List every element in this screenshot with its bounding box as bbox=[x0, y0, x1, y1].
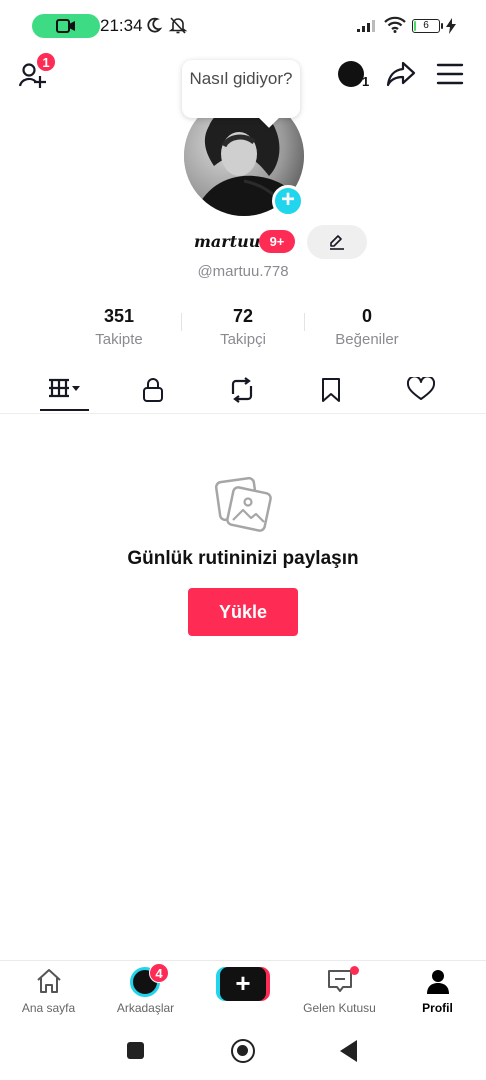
stat-divider bbox=[181, 313, 182, 331]
back-button[interactable] bbox=[340, 1040, 357, 1062]
status-bubble[interactable]: Nasıl gidiyor? bbox=[182, 60, 300, 118]
empty-state-title: Günlük rutininizi paylaşın bbox=[127, 548, 359, 569]
clock: 21:34 bbox=[100, 16, 143, 35]
repost-icon bbox=[231, 377, 253, 403]
username: @martuu.778 bbox=[197, 263, 289, 280]
tab-videos[interactable] bbox=[34, 368, 94, 414]
nav-inbox[interactable]: Gelen Kutusu bbox=[291, 961, 388, 1023]
nav-label: Gelen Kutusu bbox=[303, 1001, 376, 1015]
signal-icon bbox=[357, 20, 375, 32]
videos-grid-icon bbox=[49, 378, 80, 398]
display-name: martuu bbox=[194, 232, 261, 251]
stat-label: Takipçi bbox=[220, 331, 266, 348]
profile-icon bbox=[426, 970, 449, 994]
plus-icon: + bbox=[220, 967, 266, 1001]
menu-icon[interactable] bbox=[436, 62, 464, 86]
status-bar: 21:34 6 bbox=[0, 0, 486, 52]
nav-label: Profil bbox=[422, 1001, 453, 1015]
stat-divider bbox=[304, 313, 305, 331]
add-friend-button[interactable]: 1 bbox=[18, 52, 56, 90]
level-badge[interactable]: 9+ bbox=[259, 230, 295, 253]
plus-icon: + bbox=[280, 186, 295, 213]
account-switch-icon bbox=[338, 61, 364, 87]
account-switch-button[interactable]: 1 bbox=[336, 59, 370, 89]
nav-label: Arkadaşlar bbox=[116, 1001, 175, 1015]
bell-off-icon bbox=[168, 17, 188, 34]
home-icon bbox=[36, 969, 61, 993]
account-count: 1 bbox=[362, 74, 370, 89]
profile-tabs bbox=[0, 368, 486, 414]
pencil-icon bbox=[330, 235, 344, 250]
stat-label: Beğeniler bbox=[335, 331, 399, 348]
add-story-button[interactable]: + bbox=[272, 185, 304, 217]
notification-badge: 1 bbox=[36, 52, 56, 72]
nav-profile[interactable]: Profil bbox=[389, 961, 486, 1023]
inbox-notification-dot bbox=[350, 966, 359, 975]
upload-button[interactable]: Yükle bbox=[188, 588, 298, 636]
nav-home[interactable]: Ana sayfa bbox=[0, 961, 97, 1023]
home-button[interactable] bbox=[231, 1039, 255, 1063]
photos-icon bbox=[214, 476, 272, 532]
edit-profile-button[interactable] bbox=[307, 225, 367, 259]
battery-icon: 6 bbox=[412, 19, 440, 33]
heart-icon bbox=[407, 377, 435, 400]
battery-tip bbox=[441, 23, 443, 29]
lock-icon bbox=[143, 378, 163, 402]
battery-level: 6 bbox=[423, 20, 429, 31]
stat-followers[interactable]: 72 Takipçi bbox=[183, 305, 303, 351]
charging-icon bbox=[446, 18, 456, 34]
create-button[interactable]: + bbox=[216, 967, 270, 1001]
stat-following[interactable]: 351 Takipte bbox=[59, 305, 179, 351]
wifi-icon bbox=[384, 16, 406, 33]
tab-liked[interactable] bbox=[391, 368, 451, 414]
nav-friends[interactable]: 4 Arkadaşlar bbox=[97, 961, 194, 1023]
system-nav-bar bbox=[0, 1022, 486, 1080]
tab-reposts[interactable] bbox=[212, 368, 272, 414]
moon-icon bbox=[147, 17, 162, 33]
stat-label: Takipte bbox=[95, 331, 143, 348]
share-icon[interactable] bbox=[385, 59, 417, 89]
video-record-icon bbox=[56, 19, 75, 33]
stat-value: 351 bbox=[103, 306, 135, 326]
tab-favorites[interactable] bbox=[301, 368, 361, 414]
tab-private[interactable] bbox=[123, 368, 183, 414]
stat-value: 0 bbox=[361, 306, 372, 326]
friends-badge: 4 bbox=[149, 963, 169, 983]
nav-label: Ana sayfa bbox=[21, 1001, 76, 1015]
recents-button[interactable] bbox=[127, 1042, 144, 1059]
bookmark-icon bbox=[322, 378, 340, 402]
active-tab-indicator bbox=[40, 409, 89, 411]
stat-value: 72 bbox=[232, 306, 254, 326]
screen-record-indicator[interactable] bbox=[32, 14, 100, 38]
stat-likes[interactable]: 0 Beğeniler bbox=[307, 305, 427, 351]
